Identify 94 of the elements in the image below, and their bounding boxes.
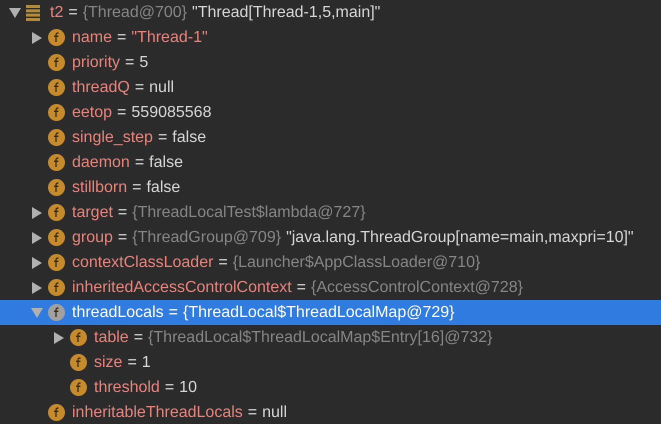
- collapsed-arrow-icon[interactable]: [32, 282, 42, 294]
- field-icon: [48, 154, 65, 171]
- equals-sign: =: [117, 104, 126, 122]
- variable-row[interactable]: name = "Thread-1": [0, 25, 661, 50]
- expanded-arrow-icon[interactable]: [9, 8, 21, 18]
- field-icon: [70, 379, 87, 396]
- equals-sign: =: [296, 278, 306, 296]
- equals-sign: =: [218, 254, 228, 272]
- variable-name: inheritedAccessControlContext: [72, 278, 292, 296]
- variable-row[interactable]: contextClassLoader = {Launcher$AppClassLoader@710}: [0, 250, 661, 275]
- variable-value: 10: [179, 378, 197, 396]
- object-reference: {ThreadLocalTest$lambda@727}: [132, 204, 366, 222]
- variable-name: single_step: [72, 128, 153, 146]
- variable-row[interactable]: threshold = 10: [0, 375, 661, 400]
- variable-row[interactable]: threadQ = null: [0, 75, 661, 100]
- equals-sign: =: [118, 228, 128, 246]
- collapsed-arrow-icon[interactable]: [32, 256, 42, 268]
- variable-name: daemon: [72, 154, 130, 172]
- equals-sign: =: [134, 328, 144, 346]
- variable-row[interactable]: table = {ThreadLocal$ThreadLocalMap$Entry[16]@732}: [0, 325, 661, 350]
- variable-row[interactable]: eetop = 559085568: [0, 100, 661, 125]
- equals-sign: =: [134, 154, 144, 172]
- object-reference: {ThreadLocal$ThreadLocalMap$Entry[16]@732}: [148, 328, 493, 346]
- variable-value: 559085568: [131, 104, 212, 122]
- field-icon: [48, 279, 65, 296]
- collapsed-arrow-icon[interactable]: [32, 206, 42, 218]
- field-icon: [48, 254, 65, 271]
- collapsed-arrow-icon[interactable]: [32, 232, 42, 244]
- field-icon: [48, 79, 65, 96]
- variable-row[interactable]: daemon = false: [0, 150, 661, 175]
- field-icon: [70, 329, 87, 346]
- collapsed-arrow-icon[interactable]: [54, 332, 64, 344]
- object-reference: {ThreadGroup@709}: [132, 228, 282, 246]
- object-reference: {ThreadLocal$ThreadLocalMap@729}: [182, 304, 455, 322]
- equals-sign: =: [118, 204, 128, 222]
- variable-name: size: [94, 354, 122, 372]
- field-icon: [48, 204, 65, 221]
- field-icon: [48, 29, 65, 46]
- field-icon: [48, 304, 65, 321]
- variable-row[interactable]: size = 1: [0, 350, 661, 375]
- variable-name: threshold: [94, 378, 160, 396]
- variable-row[interactable]: priority = 5: [0, 50, 661, 75]
- variable-row[interactable]: stillborn = false: [0, 175, 661, 200]
- variable-name: threadLocals: [72, 304, 164, 322]
- variable-value: "java.lang.ThreadGroup[name=main,maxpri=10]": [286, 228, 634, 246]
- variable-name: contextClassLoader: [72, 254, 214, 272]
- variable-name: group: [72, 228, 113, 246]
- variable-name: stillborn: [72, 178, 128, 196]
- variable-value: "Thread-1": [131, 28, 208, 46]
- variable-row[interactable]: inheritableThreadLocals = null: [0, 400, 661, 424]
- variable-row[interactable]: group = {ThreadGroup@709} "java.lang.ThreadGroup[name=main,maxpri=10]": [0, 225, 661, 250]
- field-icon: [48, 179, 65, 196]
- object-reference: {Thread@700}: [82, 4, 188, 22]
- variable-value: false: [146, 178, 180, 196]
- object-reference: {Launcher$AppClassLoader@710}: [232, 254, 480, 272]
- variable-value: false: [172, 128, 206, 146]
- variable-row[interactable]: target = {ThreadLocalTest$lambda@727}: [0, 200, 661, 225]
- field-icon: [48, 229, 65, 246]
- equals-sign: =: [164, 378, 174, 396]
- variable-name: target: [72, 204, 113, 222]
- variable-row[interactable]: t2 = {Thread@700} "Thread[Thread-1,5,main]": [0, 0, 661, 25]
- variable-name: priority: [72, 54, 120, 72]
- variable-name: table: [94, 328, 129, 346]
- variable-row[interactable]: threadLocals = {ThreadLocal$ThreadLocalMap@729}: [0, 300, 661, 325]
- variable-icon: [26, 4, 40, 20]
- variable-value: null: [262, 404, 288, 422]
- equals-sign: =: [125, 54, 134, 72]
- equals-sign: =: [132, 178, 142, 196]
- field-icon: [48, 54, 65, 71]
- equals-sign: =: [68, 4, 78, 22]
- variable-value: 1: [142, 354, 151, 372]
- field-icon: [48, 129, 65, 146]
- equals-sign: =: [248, 404, 258, 422]
- field-icon: [48, 404, 65, 421]
- collapsed-arrow-icon[interactable]: [32, 32, 42, 44]
- variable-row[interactable]: inheritedAccessControlContext = {AccessControlContext@728}: [0, 275, 661, 300]
- variable-value: false: [149, 154, 183, 172]
- variable-value: 5: [139, 54, 148, 72]
- variable-name: threadQ: [72, 78, 130, 96]
- variable-name: name: [72, 28, 112, 46]
- variable-value: null: [149, 78, 174, 96]
- equals-sign: =: [134, 78, 144, 96]
- variable-name: eetop: [72, 104, 112, 122]
- equals-sign: =: [168, 304, 178, 322]
- equals-sign: =: [158, 128, 168, 146]
- field-icon: [70, 354, 87, 371]
- object-reference: {AccessControlContext@728}: [311, 278, 523, 296]
- field-icon: [48, 104, 65, 121]
- equals-sign: =: [117, 28, 126, 46]
- variable-name: t2: [50, 4, 64, 22]
- variable-value: "Thread[Thread-1,5,main]": [192, 4, 380, 22]
- equals-sign: =: [127, 354, 137, 372]
- variable-row[interactable]: single_step = false: [0, 125, 661, 150]
- variable-name: inheritableThreadLocals: [72, 404, 243, 422]
